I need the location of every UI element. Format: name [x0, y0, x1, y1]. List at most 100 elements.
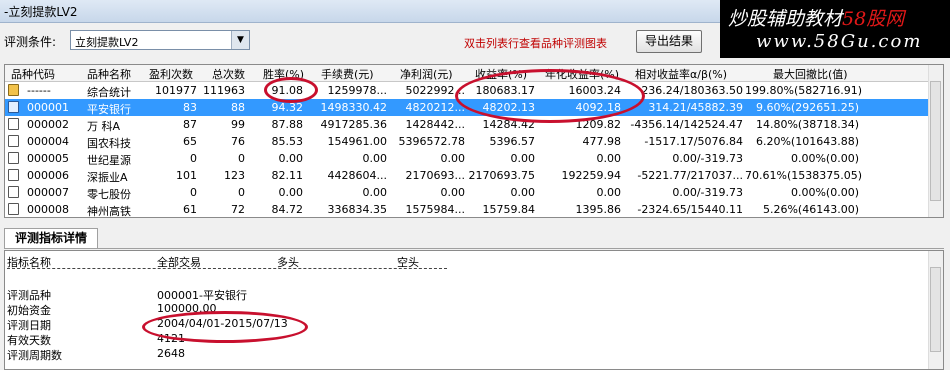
cell-alpha: -5221.77/217037...	[637, 169, 743, 182]
detail-label: 初始资金	[7, 304, 51, 317]
detail-value: 100000.00	[157, 302, 217, 315]
cell-annual: 192259.94	[561, 169, 622, 182]
cell-wins: 0	[190, 186, 197, 199]
cell-annual: 4092.18	[575, 101, 622, 114]
col-header-alpha[interactable]: 相对收益率α/β(%)	[635, 66, 727, 82]
cell-code: 000006	[27, 169, 69, 182]
col-header-total[interactable]: 总次数	[212, 66, 245, 82]
detail-value: 2004/04/01-2015/07/13	[157, 317, 288, 330]
col-header-profit[interactable]: 净利润(元)	[400, 66, 453, 82]
cell-wins: 87	[183, 118, 197, 131]
cell-alpha: -4356.14/142524.47	[630, 118, 743, 131]
table-row[interactable]: 000004 国农科技 65 76 85.53 154961.00 5396572.78 53…	[5, 133, 930, 150]
cell-drawdown: 14.80%(38718.34)	[755, 118, 859, 131]
results-grid: 品种代码 品种名称 盈利次数 总次数 胜率(%) 手续费(元) 净利润(元) 收…	[4, 64, 944, 218]
brand-accent: 58股网	[842, 8, 905, 30]
document-icon	[8, 118, 19, 130]
table-row[interactable]: 000006 深振业A 101 123 82.11 4428604... 2170693..…	[5, 167, 930, 184]
table-row[interactable]: 000005 世纪星源 0 0 0.00 0.00 0.00 0.00 0.00 0.00/-31…	[5, 150, 930, 167]
col-header-fee[interactable]: 手续费(元)	[321, 66, 374, 82]
cell-profit: 2170693...	[405, 169, 465, 182]
cell-code: 000001	[27, 101, 69, 114]
table-row[interactable]: 000001 平安银行 83 88 94.32 1498330.42 4820212... 4…	[5, 99, 930, 116]
cell-fee: 1498330.42	[320, 101, 387, 114]
cell-wins: 101977	[155, 84, 197, 97]
document-icon	[8, 186, 19, 198]
cell-ret: 5396.57	[489, 135, 536, 148]
cell-profit: 1575984...	[405, 203, 465, 216]
table-row[interactable]: 000007 零七股份 0 0 0.00 0.00 0.00 0.00 0.00 0.00/-31…	[5, 184, 930, 201]
hint-text: 双击列表行查看品种评测图表	[464, 37, 607, 50]
col-header-winrate[interactable]: 胜率(%)	[263, 66, 304, 82]
cell-fee: 0.00	[362, 152, 388, 165]
cell-profit: 1428442...	[405, 118, 465, 131]
cell-name: 世纪星源	[87, 154, 131, 167]
cell-alpha: 0.00/-319.73	[672, 186, 743, 199]
detail-label: 评测周期数	[7, 349, 62, 362]
cell-code: 000002	[27, 118, 69, 131]
cell-drawdown: 6.20%(101643.88)	[755, 135, 859, 148]
cell-total: 88	[231, 101, 245, 114]
detail-label: 评测品种	[7, 289, 51, 302]
tab-detail[interactable]: 评测指标详情	[4, 228, 98, 248]
detail-scrollbar[interactable]	[928, 251, 943, 369]
cell-wins: 61	[183, 203, 197, 216]
brand-watermark: 炒股辅助教材58股网 www.58Gu.com	[720, 0, 950, 58]
chevron-down-icon[interactable]: ▼	[231, 31, 249, 49]
window-title: -立刻提款LV2	[4, 5, 78, 19]
scroll-thumb[interactable]	[930, 81, 941, 201]
condition-value: 立刻提款LV2	[75, 36, 139, 49]
cell-name: 万 科A	[87, 120, 121, 133]
cell-winrate: 82.11	[271, 169, 304, 182]
cell-profit: 0.00	[440, 186, 466, 199]
cell-profit: 5022992...	[405, 84, 465, 97]
cell-fee: 1259978...	[327, 84, 387, 97]
cell-name: 零七股份	[87, 188, 131, 201]
cell-name: 神州高铁	[87, 205, 131, 218]
cell-fee: 336834.35	[327, 203, 388, 216]
cell-drawdown: 70.61%(1538375.05)	[745, 169, 863, 182]
detail-divider	[7, 268, 447, 269]
cell-annual: 1395.86	[575, 203, 622, 216]
cell-total: 99	[231, 118, 245, 131]
detail-value: 000001-平安银行	[157, 289, 247, 302]
table-row[interactable]: ------ 综合统计 101977 111963 91.08 1259978... 502…	[5, 82, 930, 99]
cell-annual: 0.00	[596, 186, 622, 199]
table-row[interactable]: 000008 神州高铁 61 72 84.72 336834.35 1575984... 15…	[5, 201, 930, 218]
col-header-name[interactable]: 品种名称	[87, 66, 131, 82]
col-header-code[interactable]: 品种代码	[11, 66, 55, 82]
col-header-annual[interactable]: 年化收益率(%)	[545, 66, 619, 82]
cell-winrate: 0.00	[278, 152, 304, 165]
cell-winrate: 0.00	[278, 186, 304, 199]
detail-panel: 指标名称 全部交易 多头 空头 评测品种 000001-平安银行 初始资金 10000…	[4, 250, 944, 370]
cell-annual: 1209.82	[575, 118, 622, 131]
cell-winrate: 94.32	[271, 101, 304, 114]
scroll-thumb[interactable]	[930, 267, 941, 352]
cell-alpha: 314.21/45882.39	[648, 101, 743, 114]
cell-annual: 0.00	[596, 152, 622, 165]
cell-winrate: 84.72	[271, 203, 304, 216]
table-row[interactable]: 000002 万 科A 87 99 87.88 4917285.36 1428442... 1…	[5, 116, 930, 133]
col-header-wins[interactable]: 盈利次数	[149, 66, 193, 82]
cell-winrate: 87.88	[271, 118, 304, 131]
cell-winrate: 91.08	[271, 84, 304, 97]
cell-profit: 4820212...	[405, 101, 465, 114]
cell-wins: 65	[183, 135, 197, 148]
cell-alpha: 0.00/-319.73	[672, 152, 743, 165]
col-header-return[interactable]: 收益率(%)	[475, 66, 527, 82]
cell-alpha: 236.24/180363.50	[641, 84, 743, 97]
cell-drawdown: 0.00%(0.00)	[790, 186, 859, 199]
condition-select[interactable]: 立刻提款LV2 ▼	[70, 30, 250, 50]
export-button[interactable]: 导出结果	[636, 30, 702, 53]
cell-profit: 0.00	[440, 152, 466, 165]
cell-ret: 14284.42	[482, 118, 536, 131]
col-header-drawdown[interactable]: 最大回撤比(值)	[773, 66, 848, 82]
cell-drawdown: 9.60%(292651.25)	[755, 101, 859, 114]
cell-code: ------	[27, 84, 51, 97]
grid-scrollbar[interactable]	[928, 65, 943, 217]
cell-name: 国农科技	[87, 137, 131, 150]
cell-total: 123	[224, 169, 245, 182]
document-icon	[8, 152, 19, 164]
cell-code: 000004	[27, 135, 69, 148]
cell-ret: 15759.84	[482, 203, 536, 216]
